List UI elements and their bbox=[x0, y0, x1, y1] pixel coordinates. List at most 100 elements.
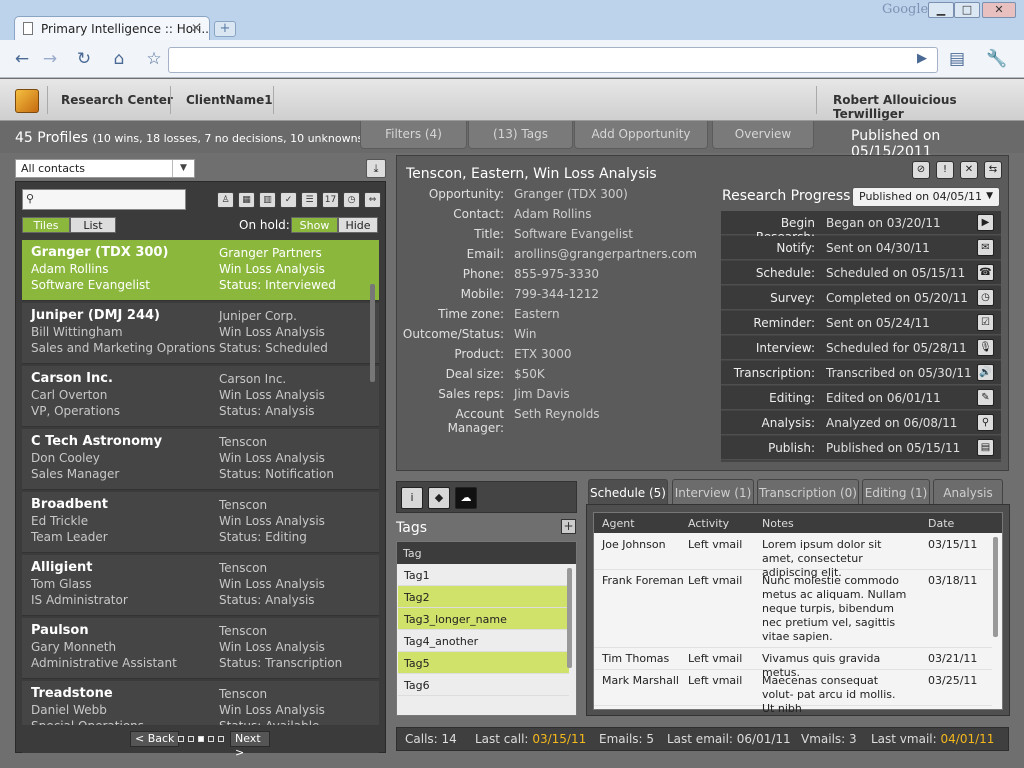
list-scrollbar[interactable] bbox=[370, 284, 375, 382]
tiles-toggle[interactable]: Tiles bbox=[22, 217, 70, 233]
tag-item[interactable]: Tag5 bbox=[398, 652, 569, 674]
expand-icon[interactable]: ⇔ bbox=[364, 192, 381, 208]
person-icon[interactable]: ♙ bbox=[217, 192, 234, 208]
field-value: Eastern bbox=[514, 307, 560, 321]
address-bar[interactable] bbox=[168, 47, 938, 73]
tab-tags[interactable]: (13) Tags bbox=[468, 121, 573, 149]
next-button[interactable]: Next > bbox=[230, 731, 270, 759]
row-date: 03/21/11 bbox=[928, 652, 978, 665]
schedule-tab[interactable]: Editing (1) bbox=[862, 479, 930, 505]
profile-company: Juniper Corp. bbox=[219, 309, 297, 323]
page-dot[interactable] bbox=[178, 736, 184, 742]
table-row[interactable]: Tim Thomas Left vmail Vivamus quis gravida… bbox=[594, 648, 992, 679]
cloud-icon[interactable]: ☁ bbox=[455, 487, 477, 509]
step-value: Analyzed on 06/08/11 bbox=[826, 416, 958, 430]
list-toggle[interactable]: List bbox=[70, 217, 116, 233]
org-icon[interactable]: ▦ bbox=[238, 192, 255, 208]
pencil-icon[interactable]: ✎ bbox=[977, 389, 994, 406]
table-row[interactable]: Mark Marshall Left vmail Maecenas consequa… bbox=[594, 670, 992, 715]
download-icon[interactable]: ⤓ bbox=[366, 159, 386, 178]
schedule-tab[interactable]: Analysis (2) bbox=[933, 479, 1003, 526]
app-logo[interactable] bbox=[15, 89, 39, 113]
phone-icon[interactable]: ☎ bbox=[977, 264, 994, 281]
step-label: Publish: bbox=[768, 441, 815, 455]
schedule-tab[interactable]: Schedule (5) bbox=[588, 479, 668, 505]
schedule-tab[interactable]: Transcription (0) bbox=[757, 479, 859, 505]
tags-scrollbar[interactable] bbox=[567, 568, 572, 668]
back-button[interactable]: < Back bbox=[130, 731, 180, 747]
alert-icon[interactable]: ! bbox=[936, 161, 954, 179]
tag-item[interactable]: Tag3_longer_name bbox=[398, 608, 569, 630]
home-icon[interactable]: ⌂ bbox=[107, 48, 131, 70]
profile-card[interactable]: Broadbent Ed Trickle Team Leader Tenscon Win… bbox=[22, 492, 379, 553]
page-dot[interactable] bbox=[208, 736, 214, 742]
step-value: Sent on 05/24/11 bbox=[826, 316, 930, 330]
user-name[interactable]: Robert Allouicious Terwilliger bbox=[833, 93, 1024, 121]
reload-icon[interactable]: ↻ bbox=[72, 48, 96, 70]
show-toggle[interactable]: Show bbox=[291, 217, 338, 233]
check-icon[interactable]: ☑ bbox=[977, 314, 994, 331]
nav-research-center[interactable]: Research Center bbox=[61, 93, 173, 107]
table-row[interactable]: Joe Johnson Left vmail Lorem ipsum dolor s… bbox=[594, 534, 992, 579]
table-row[interactable]: Frank Foreman Left vmail Nunc molestie com… bbox=[594, 570, 992, 648]
tag-item[interactable]: Tag1 bbox=[398, 564, 569, 586]
clock-icon[interactable]: ◷ bbox=[343, 192, 360, 208]
page-dot[interactable] bbox=[188, 736, 194, 742]
page-dot[interactable] bbox=[218, 736, 224, 742]
tab-filters[interactable]: Filters (4) bbox=[360, 121, 467, 149]
browser-tab[interactable]: Primary Intelligence :: Hori... ✕ bbox=[14, 16, 210, 42]
calendar-icon[interactable]: 17 bbox=[322, 192, 339, 208]
maximize-button[interactable]: □ bbox=[954, 2, 980, 18]
new-tab-button[interactable]: + bbox=[214, 21, 236, 37]
speaker-icon[interactable]: 🔊 bbox=[977, 364, 994, 381]
microphone-icon[interactable]: 🎙 bbox=[977, 339, 994, 356]
tag-item[interactable]: Tag6 bbox=[398, 674, 569, 696]
forward-arrow-icon[interactable]: → bbox=[38, 48, 62, 70]
magnifier-icon[interactable]: ⚲ bbox=[977, 414, 994, 431]
tab-overview[interactable]: Overview bbox=[712, 121, 814, 149]
close-icon[interactable]: ✕ bbox=[960, 161, 978, 179]
wrench-icon[interactable]: 🔧 bbox=[982, 48, 1012, 70]
profile-card[interactable]: Juniper (DMJ 244) Bill Wittingham Sales an… bbox=[22, 303, 379, 364]
minimize-button[interactable]: ▁ bbox=[928, 2, 954, 18]
go-icon[interactable]: ▶ bbox=[910, 48, 934, 70]
close-window-button[interactable]: ✕ bbox=[982, 2, 1016, 18]
research-status-select[interactable]: Published on 04/05/11 ▼ bbox=[852, 187, 1000, 207]
profile-card[interactable]: Alligient Tom Glass IS Administrator Tensco… bbox=[22, 555, 379, 616]
document-icon[interactable]: ▤ bbox=[977, 439, 994, 456]
hide-toggle[interactable]: Hide bbox=[338, 217, 378, 233]
close-tab-icon[interactable]: ✕ bbox=[191, 21, 201, 35]
profile-card[interactable]: Paulson Gary Monneth Administrative Assist… bbox=[22, 618, 379, 679]
tag-icon[interactable]: ◆ bbox=[428, 487, 450, 509]
play-icon[interactable]: ▶ bbox=[977, 214, 994, 231]
block-icon[interactable]: ⊘ bbox=[912, 161, 930, 179]
check-icon[interactable]: ✓ bbox=[280, 192, 297, 208]
profile-card[interactable]: C Tech Astronomy Don Cooley Sales Manager T… bbox=[22, 429, 379, 490]
field-value: Win bbox=[514, 327, 537, 341]
schedule-tab[interactable]: Interview (1) bbox=[672, 479, 754, 505]
list-icon[interactable]: ☰ bbox=[301, 192, 318, 208]
research-step: Reminder: Sent on 05/24/11 ☑ bbox=[721, 311, 1001, 335]
page-dot-active[interactable] bbox=[198, 736, 204, 742]
nav-client[interactable]: ClientName1 bbox=[186, 93, 273, 107]
step-label: Interview: bbox=[755, 341, 815, 355]
building-icon[interactable]: ▥ bbox=[259, 192, 276, 208]
tag-item[interactable]: Tag2 bbox=[398, 586, 569, 608]
profile-type: Win Loss Analysis bbox=[219, 577, 325, 591]
envelope-icon[interactable]: ✉ bbox=[977, 239, 994, 256]
star-icon[interactable]: ☆ bbox=[142, 48, 166, 70]
add-tag-icon[interactable]: + bbox=[561, 519, 576, 534]
profile-card[interactable]: Carson Inc. Carl Overton VP, Operations Car… bbox=[22, 366, 379, 427]
info-icon[interactable]: i bbox=[401, 487, 423, 509]
schedule-scrollbar[interactable] bbox=[993, 537, 998, 637]
contacts-filter-select[interactable]: All contacts ▼ bbox=[15, 159, 195, 178]
refresh-icon[interactable]: ⇆ bbox=[984, 161, 1002, 179]
field-label: Sales reps: bbox=[438, 387, 504, 401]
tab-add-opportunity[interactable]: Add Opportunity bbox=[574, 121, 708, 149]
back-arrow-icon[interactable]: ← bbox=[10, 48, 34, 70]
page-menu-icon[interactable]: ▤ bbox=[944, 48, 970, 70]
tag-item[interactable]: Tag4_another bbox=[398, 630, 569, 652]
profile-card[interactable]: Granger (TDX 300) Adam Rollins Software Ev… bbox=[22, 240, 379, 301]
clock-icon[interactable]: ◷ bbox=[977, 289, 994, 306]
search-input[interactable]: ⚲ bbox=[22, 189, 186, 210]
